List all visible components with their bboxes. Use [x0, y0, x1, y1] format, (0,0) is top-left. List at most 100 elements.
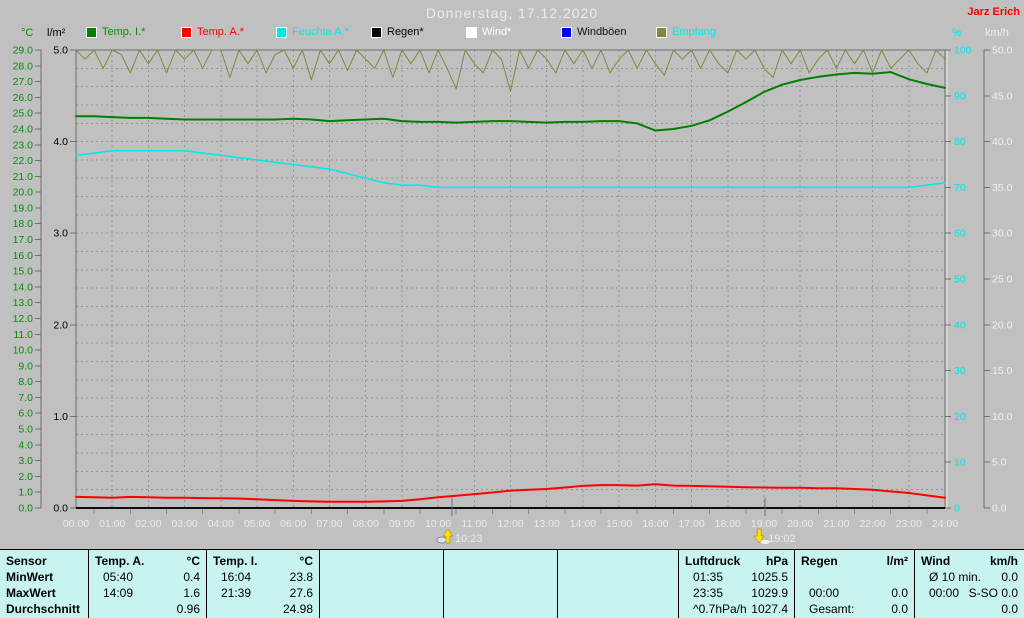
time-tick-label: 23:00 — [896, 518, 922, 530]
table-cell-left — [326, 601, 334, 617]
table-row-label-sensor: Sensor — [6, 554, 47, 568]
time-tick-label: 09:00 — [389, 518, 415, 530]
time-tick-label: 19:00 — [751, 518, 777, 530]
time-tick-label: 12:00 — [497, 518, 523, 530]
table-cell-left: 01:35 — [693, 570, 724, 584]
table-cell-row2: 23:35 1029.9 — [679, 585, 794, 601]
table-cell-left — [564, 585, 572, 601]
statistics-table: Sensor MinWert MaxWert Durchschnitt Temp. A.… — [0, 549, 1024, 618]
time-tick-label: 24:00 — [932, 518, 958, 530]
table-cell-left: Temp. I. — [213, 554, 258, 568]
axis-tick-label-wind_kmh: 45.0 — [992, 90, 1013, 102]
table-cell-row0: Temp. A. °C — [89, 553, 206, 569]
table-cell-row3: ^0.7hPa/h 1027.4 — [679, 601, 794, 617]
time-tick-label: 17:00 — [678, 518, 704, 530]
axis-tick-label-humidity_pct: 90 — [954, 90, 966, 102]
table-cell-row3: 24.98 — [207, 601, 319, 617]
axis-tick-label-temp_c: 15.0 — [13, 266, 34, 278]
axis-tick-label-temp_c: 13.0 — [13, 297, 34, 309]
axis-tick-label-rain_lm2: 2.0 — [53, 319, 68, 331]
table-cell-right: 0.96 — [176, 602, 200, 616]
axis-tick-label-humidity_pct: 20 — [954, 411, 966, 423]
table-cell-row3: 0.96 — [89, 601, 206, 617]
axis-tick-label-humidity_pct: 30 — [954, 365, 966, 377]
table-cell-left: ^0.7hPa/h — [693, 602, 747, 616]
axis-tick-label-rain_lm2: 0.0 — [53, 503, 68, 515]
time-tick-label: 03:00 — [171, 518, 197, 530]
time-tick-label: 18:00 — [715, 518, 741, 530]
table-cell-right: 0.4 — [183, 570, 200, 584]
axis-tick-label-humidity_pct: 70 — [954, 182, 966, 194]
marker-label-19-02: 19:02 — [768, 533, 796, 545]
table-cell-left — [450, 601, 458, 617]
table-cell-row3: Gesamt: 0.0 — [795, 601, 914, 617]
table-cell-right: 0.0 — [891, 586, 908, 600]
table-cell-right: 0.0 — [1001, 570, 1018, 584]
table-cell-row0 — [444, 553, 557, 569]
table-cell-left — [326, 569, 334, 585]
axis-tick-label-wind_kmh: 35.0 — [992, 182, 1013, 194]
axis-tick-label-wind_kmh: 25.0 — [992, 274, 1013, 286]
axis-tick-label-temp_c: 11.0 — [13, 329, 33, 341]
time-tick-label: 02:00 — [135, 518, 161, 530]
table-cell-row1: 16:04 23.8 — [207, 569, 319, 585]
table-cell-right: km/h — [989, 554, 1018, 568]
table-cell-row3 — [320, 601, 443, 617]
time-tick-label: 13:00 — [534, 518, 560, 530]
table-cell-left — [801, 569, 809, 585]
axis-tick-label-temp_c: 4.0 — [18, 439, 33, 451]
axis-tick-label-humidity_pct: 60 — [954, 228, 966, 240]
table-cell-left: Regen — [801, 554, 838, 568]
axis-tick-label-temp_c: 6.0 — [18, 408, 33, 420]
axis-tick-label-temp_c: 24.0 — [13, 123, 34, 135]
axis-tick-label-temp_c: 9.0 — [18, 360, 33, 372]
axis-tick-label-temp_c: 2.0 — [18, 471, 33, 483]
time-tick-label: 01:00 — [99, 518, 125, 530]
time-tick-label: 21:00 — [823, 518, 849, 530]
table-cell-left: 05:40 — [103, 570, 134, 584]
axis-tick-label-rain_lm2: 4.0 — [53, 136, 68, 148]
axis-tick-label-temp_c: 18.0 — [13, 218, 34, 230]
axis-tick-label-temp_c: 10.0 — [13, 345, 34, 357]
table-col-empty — [557, 550, 678, 618]
axis-tick-label-temp_c: 8.0 — [18, 376, 33, 388]
axis-tick-label-wind_kmh: 5.0 — [992, 457, 1007, 469]
axis-tick-label-wind_kmh: 40.0 — [992, 136, 1013, 148]
table-cell-left — [450, 585, 458, 601]
axis-tick-label-temp_c: 1.0 — [18, 487, 33, 499]
table-cell-row1 — [558, 569, 678, 585]
time-tick-label: 22:00 — [859, 518, 885, 530]
table-row-labels: Sensor MinWert MaxWert Durchschnitt — [0, 550, 88, 618]
axis-tick-label-humidity_pct: 40 — [954, 319, 966, 331]
table-cell-left: Gesamt: — [809, 602, 855, 616]
axis-tick-label-temp_c: 12.0 — [13, 313, 34, 325]
axis-tick-label-temp_c: 21.0 — [13, 171, 34, 183]
chart-canvas: 0.0 1.0 2.0 3.0 4.0 5.0 6.0 7.0 8.0 9.0 10.0 11.0 12… — [13, 45, 1013, 546]
axis-tick-label-wind_kmh: 30.0 — [992, 228, 1013, 240]
table-cell-right: 0.0 — [1001, 602, 1018, 616]
table-cell-left — [921, 601, 929, 617]
table-cell-left: Temp. A. — [95, 554, 145, 568]
axis-tick-label-wind_kmh: 15.0 — [992, 365, 1013, 377]
axis-tick-label-rain_lm2: 3.0 — [53, 228, 68, 240]
time-tick-label: 05:00 — [244, 518, 270, 530]
table-cell-left: 16:04 — [221, 570, 252, 584]
axis-tick-label-temp_c: 3.0 — [18, 455, 33, 467]
table-cell-row0: Luftdruck hPa — [679, 553, 794, 569]
table-cell-right: °C — [186, 554, 200, 568]
table-cell-row2 — [558, 585, 678, 601]
table-row-label-minwert: MinWert — [6, 570, 54, 584]
table-col-empty — [319, 550, 443, 618]
table-cell-left: 21:39 — [221, 586, 252, 600]
table-cell-row2 — [444, 585, 557, 601]
table-cell-right: hPa — [765, 554, 788, 568]
axis-tick-label-humidity_pct: 10 — [954, 457, 966, 469]
table-col-temp-a: Temp. A. °C 05:40 0.4 14:09 1.6 0.96 — [88, 550, 206, 618]
axis-tick-label-temp_c: 0.0 — [18, 503, 33, 515]
axis-tick-label-temp_c: 23.0 — [13, 139, 34, 151]
axis-tick-label-wind_kmh: 20.0 — [992, 319, 1013, 331]
table-cell-row3 — [444, 601, 557, 617]
axis-tick-label-wind_kmh: 0.0 — [992, 503, 1007, 515]
table-cell-right: 27.6 — [289, 586, 313, 600]
axis-tick-label-wind_kmh: 50.0 — [992, 45, 1013, 57]
